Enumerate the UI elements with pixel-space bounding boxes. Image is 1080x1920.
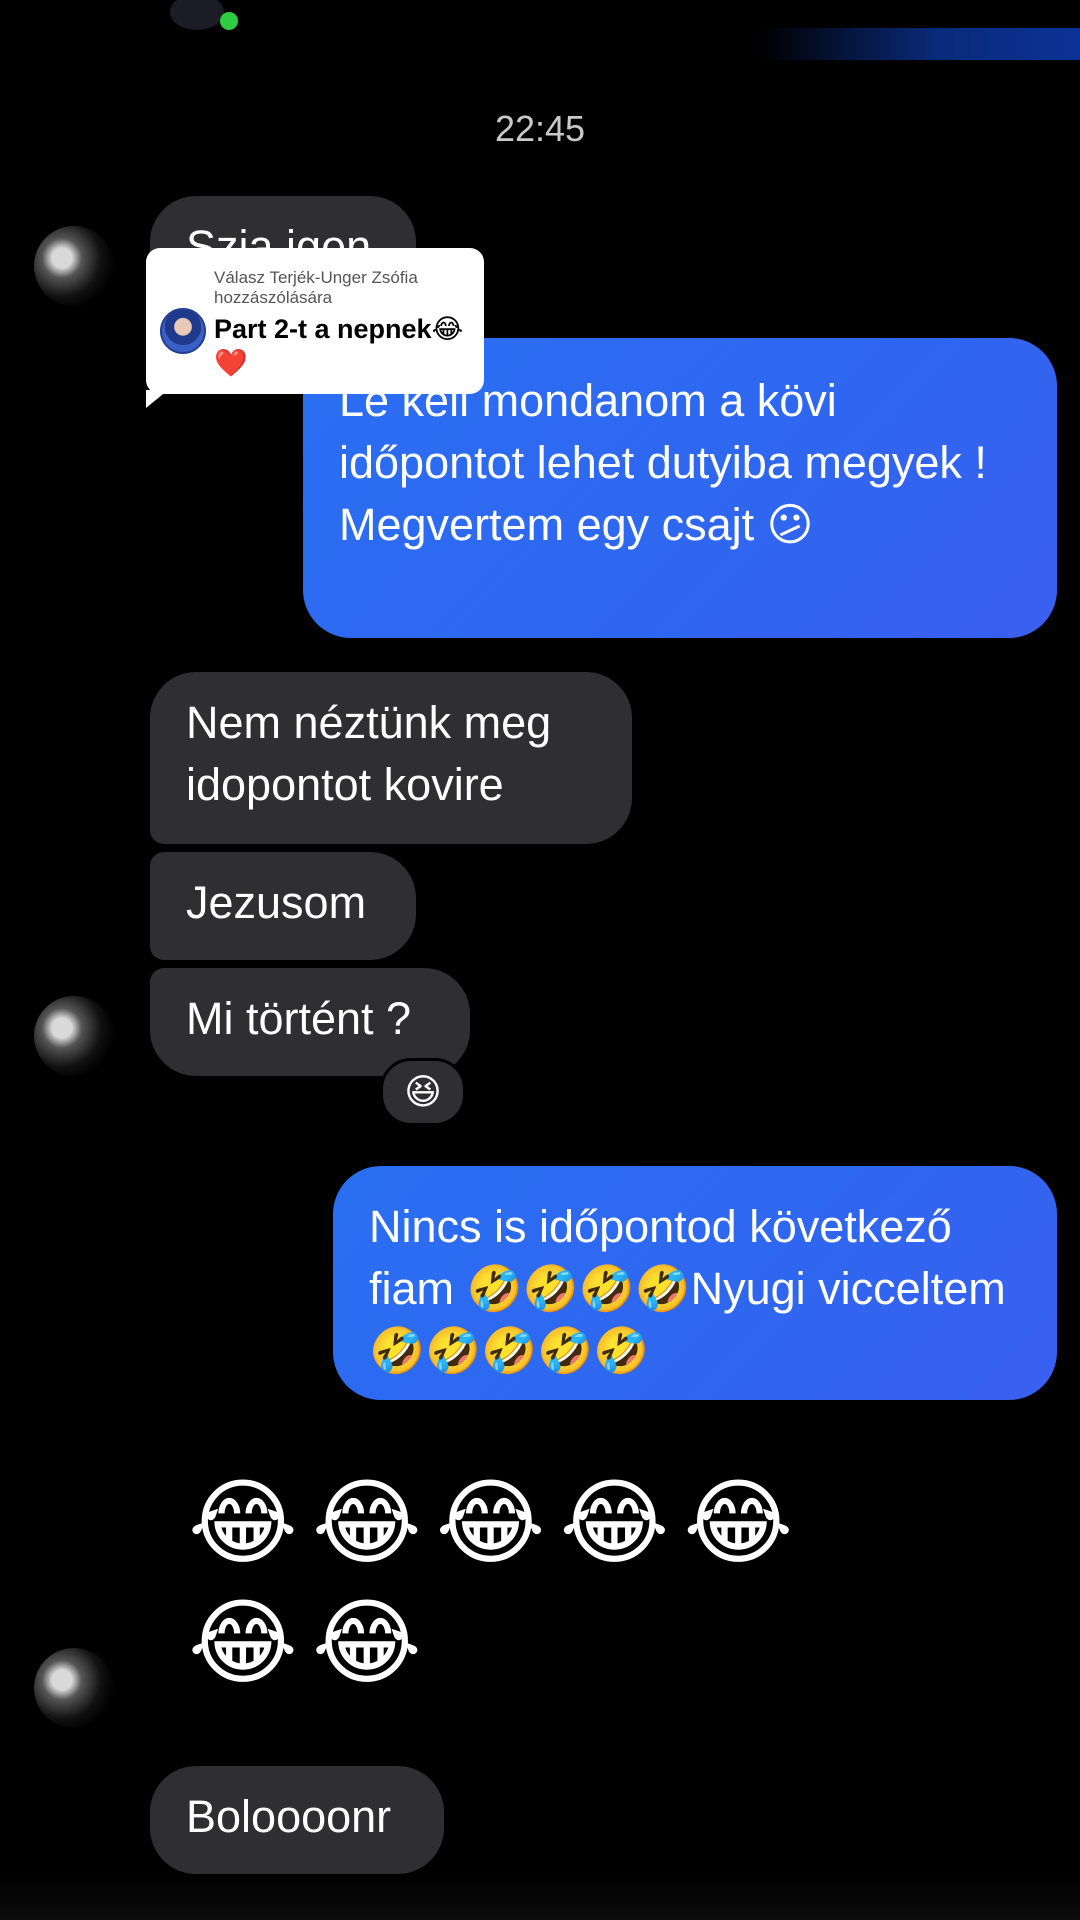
contact-avatar: [34, 1648, 114, 1728]
contact-avatar: [34, 996, 114, 1076]
reply-caption: Válasz Terjék-Unger Zsófia hozzászólásár…: [214, 268, 418, 307]
incoming-message[interactable]: Boloooonr: [150, 1766, 444, 1874]
emoji-message-line[interactable]: 😂😂: [188, 1588, 436, 1698]
emoji-message-line[interactable]: 😂😂😂😂😂: [188, 1468, 807, 1578]
commenter-avatar: [160, 308, 206, 354]
incoming-message[interactable]: Nem néztünk meg idopontot kovire: [150, 672, 632, 844]
reply-comment-card[interactable]: Válasz Terjék-Unger Zsófia hozzászólásár…: [146, 248, 484, 408]
online-status-dot: [220, 12, 238, 30]
outgoing-message[interactable]: Nincs is időpontod következő fiam 🤣🤣🤣🤣Ny…: [333, 1166, 1057, 1400]
contact-avatar: [170, 0, 224, 30]
header-gradient: [760, 28, 1080, 60]
header-contact-cutoff[interactable]: [170, 0, 570, 34]
message-timestamp: 22:45: [494, 108, 586, 149]
contact-avatar: [34, 226, 114, 306]
message-reaction[interactable]: 😆: [380, 1058, 466, 1126]
bottom-fade: [0, 1876, 1080, 1920]
reply-comment-text: Part 2-t a nepnek😂❤️: [214, 314, 464, 378]
reply-card-tail: [146, 390, 168, 408]
incoming-message[interactable]: Jezusom: [150, 852, 416, 960]
